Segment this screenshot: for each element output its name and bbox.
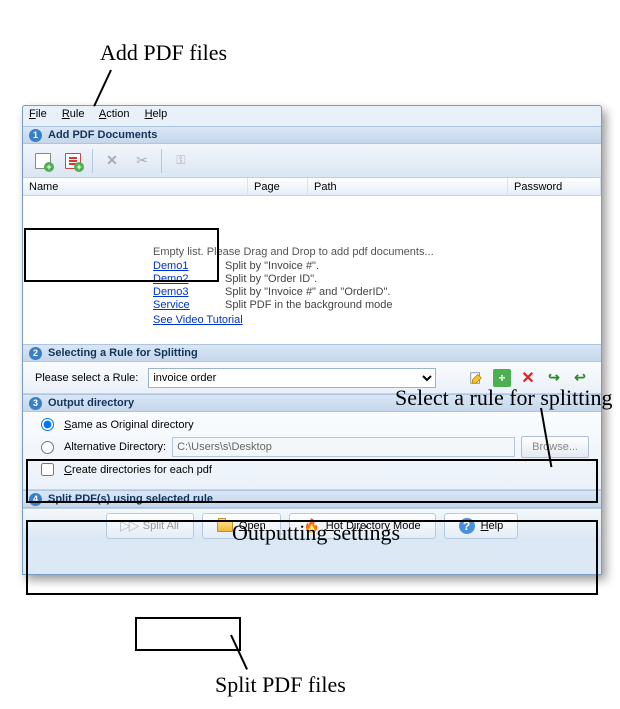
section-title-3: Output directory (48, 397, 134, 409)
demo3-desc: Split by "Invoice #" and "OrderID". (225, 286, 390, 298)
folder-icon (217, 518, 233, 534)
menu-help[interactable]: Help (145, 108, 168, 120)
column-headers: Name Page Path Password (23, 178, 601, 196)
menu-action[interactable]: Action (99, 108, 130, 120)
toolbar-add: ✕ ✂ ⚿ (23, 144, 601, 178)
section-rule: 2 Selecting a Rule for Splitting (23, 344, 601, 362)
browse-button[interactable]: Browse... (521, 436, 589, 458)
step-badge-1: 1 (29, 129, 42, 142)
radio-same-dir[interactable] (41, 418, 54, 431)
add-pdf-icon (65, 153, 81, 169)
service-link[interactable]: Service (153, 299, 201, 311)
key-icon: ⚿ (176, 153, 185, 168)
empty-message: Empty list. Please Drag and Drop to add … (153, 246, 601, 258)
output-body: Same as Original directory Alternative D… (23, 412, 601, 490)
file-list[interactable]: Empty list. Please Drag and Drop to add … (23, 196, 601, 344)
section-title-2: Selecting a Rule for Splitting (48, 347, 198, 359)
col-password[interactable]: Password (508, 178, 601, 195)
radio-alt-dir[interactable] (41, 441, 54, 454)
rule-select[interactable]: invoice order (148, 368, 436, 388)
tools-icon: ✂ (136, 152, 148, 169)
demo1-link[interactable]: Demo1 (153, 260, 201, 272)
step-badge-2: 2 (29, 347, 42, 360)
highlight-split-button (135, 617, 241, 651)
label-create-dirs[interactable]: Create directories for each pdf (64, 464, 212, 476)
video-tutorial-link[interactable]: See Video Tutorial (153, 314, 243, 326)
path-input[interactable] (172, 437, 515, 457)
annotation-split-files: Split PDF files (215, 672, 346, 698)
service-desc: Split PDF in the background mode (225, 299, 393, 311)
demo2-desc: Split by "Order ID". (225, 273, 317, 285)
col-page[interactable]: Page (248, 178, 308, 195)
delete-rule-button[interactable]: ✕ (519, 369, 537, 387)
menu-rule[interactable]: Rule (62, 108, 85, 120)
col-path[interactable]: Path (308, 178, 508, 195)
import-rule-button[interactable]: ↩ (571, 369, 589, 387)
step-badge-4: 4 (29, 493, 42, 506)
split-all-button[interactable]: ▷▷ Split All (106, 513, 194, 539)
rule-label: Please select a Rule: (35, 372, 138, 384)
annotation-select-rule: Select a rule for splitting (395, 385, 613, 411)
menubar: File Rule Action Help (23, 106, 601, 126)
add-file-button[interactable] (29, 148, 57, 174)
col-name[interactable]: Name (23, 178, 248, 195)
split-icon: ▷▷ (121, 518, 137, 534)
section-title-1: Add PDF Documents (48, 129, 157, 141)
section-title-4: Split PDF(s) using selected rule (48, 493, 213, 505)
split-all-label: Split All (143, 520, 179, 532)
checkbox-create-dirs[interactable] (41, 463, 54, 476)
add-rule-button[interactable]: + (493, 369, 511, 387)
help-button[interactable]: ? Help (444, 513, 519, 539)
annotation-add-files: Add PDF files (100, 40, 227, 66)
label-alt-dir[interactable]: Alternative Directory: (64, 441, 166, 453)
export-rule-button[interactable]: ↪ (545, 369, 563, 387)
label-same-dir[interactable]: Same as Original directory (64, 419, 194, 431)
add-file-icon (35, 153, 51, 169)
add-pdf-button[interactable] (59, 148, 87, 174)
step-badge-3: 3 (29, 397, 42, 410)
section-add-pdf: 1 Add PDF Documents (23, 126, 601, 144)
demo2-link[interactable]: Demo2 (153, 273, 201, 285)
annotation-output-settings: Outputting settings (232, 520, 400, 546)
demo1-desc: Split by "Invoice #". (225, 260, 319, 272)
section-split: 4 Split PDF(s) using selected rule (23, 490, 601, 508)
remove-icon: ✕ (106, 152, 118, 169)
demo3-link[interactable]: Demo3 (153, 286, 201, 298)
key-button[interactable]: ⚿ (167, 148, 195, 174)
edit-rule-button[interactable] (467, 369, 485, 387)
menu-file[interactable]: File (29, 108, 47, 120)
tools-button[interactable]: ✂ (128, 148, 156, 174)
app-window: File Rule Action Help 1 Add PDF Document… (22, 105, 602, 575)
help-icon: ? (459, 518, 475, 534)
remove-button[interactable]: ✕ (98, 148, 126, 174)
